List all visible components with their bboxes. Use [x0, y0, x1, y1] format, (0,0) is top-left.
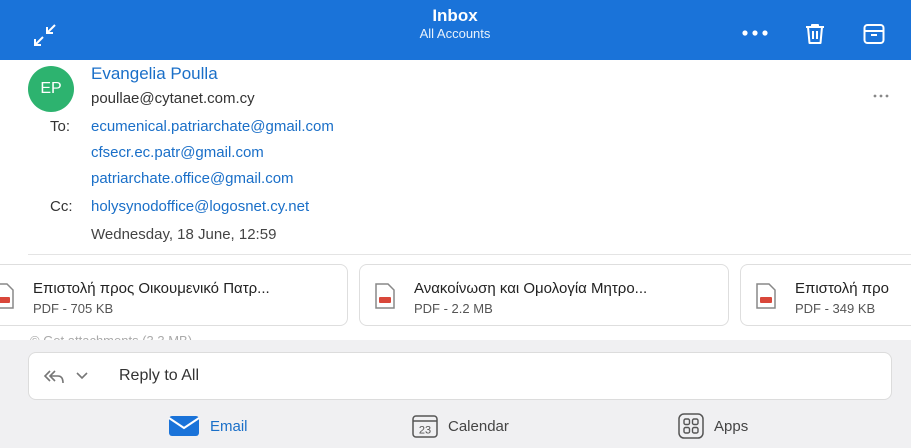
- calendar-day: 23: [419, 425, 431, 437]
- tab-bar: Email 23 Calendar Apps: [0, 404, 911, 448]
- to-recipient[interactable]: cfsecr.ec.patr@gmail.com: [91, 144, 264, 161]
- reply-box[interactable]: Reply to All: [28, 352, 892, 400]
- collapse-icon[interactable]: [32, 22, 58, 48]
- attachment-card[interactable]: Ανακοίνωση και Ομολογία Μητρο... PDF - 2…: [359, 264, 729, 326]
- divider: [28, 254, 911, 255]
- title-block: Inbox All Accounts: [355, 6, 555, 42]
- reply-all-label[interactable]: Reply to All: [119, 367, 199, 385]
- reply-all-icon[interactable]: [43, 368, 65, 386]
- attachment-meta: PDF - 2.2 MB: [414, 301, 493, 316]
- attachment-meta: PDF - 705 KB: [33, 301, 114, 316]
- tab-label: Email: [210, 417, 248, 435]
- tab-calendar[interactable]: 23 Calendar: [412, 413, 509, 439]
- sender-name[interactable]: Evangelia Poulla: [91, 64, 218, 84]
- calendar-icon: 23: [412, 415, 438, 438]
- apps-grid-icon: [678, 413, 704, 439]
- attachment-meta: PDF - 349 KB: [795, 301, 876, 316]
- sender-email: poullae@cytanet.com.cy: [91, 90, 255, 107]
- cc-recipient[interactable]: holysynodoffice@logosnet.cy.net: [91, 198, 309, 215]
- message-more-icon[interactable]: [872, 93, 890, 99]
- chevron-down-icon[interactable]: [75, 371, 89, 381]
- pdf-icon: [375, 283, 395, 309]
- mail-icon: [168, 416, 200, 436]
- more-icon[interactable]: [740, 28, 770, 38]
- reply-area: Reply to All: [0, 340, 911, 404]
- attachment-name: Επιστολή προ: [795, 280, 889, 297]
- page-subtitle: All Accounts: [419, 26, 491, 41]
- tab-apps[interactable]: Apps: [678, 413, 748, 439]
- to-recipient[interactable]: ecumenical.patriarchate@gmail.com: [91, 118, 334, 135]
- attachment-name: Ανακοίνωση και Ομολογία Μητρο...: [414, 280, 648, 297]
- to-recipient[interactable]: patriarchate.office@gmail.com: [91, 170, 294, 187]
- pdf-icon: [756, 283, 776, 309]
- page-title: Inbox: [432, 6, 478, 25]
- attachment-name: Επιστολή προς Οικουμενικό Πατρ...: [33, 280, 270, 297]
- pdf-icon: [0, 283, 14, 309]
- top-bar: Inbox All Accounts: [0, 0, 911, 60]
- attachment-card[interactable]: Επιστολή προς Οικουμενικό Πατρ... PDF - …: [0, 264, 348, 326]
- tab-label: Apps: [714, 417, 749, 435]
- trash-icon[interactable]: [803, 22, 827, 46]
- cc-label: Cc:: [50, 198, 73, 215]
- tab-email[interactable]: Email: [168, 413, 248, 439]
- archive-icon[interactable]: [862, 22, 886, 46]
- to-label: To:: [50, 118, 71, 135]
- tab-label: Calendar: [448, 417, 509, 435]
- attachment-card[interactable]: Επιστολή προ PDF - 349 KB: [740, 264, 911, 326]
- message-date: Wednesday, 18 June, 12:59: [91, 226, 277, 243]
- avatar[interactable]: EP: [28, 66, 74, 112]
